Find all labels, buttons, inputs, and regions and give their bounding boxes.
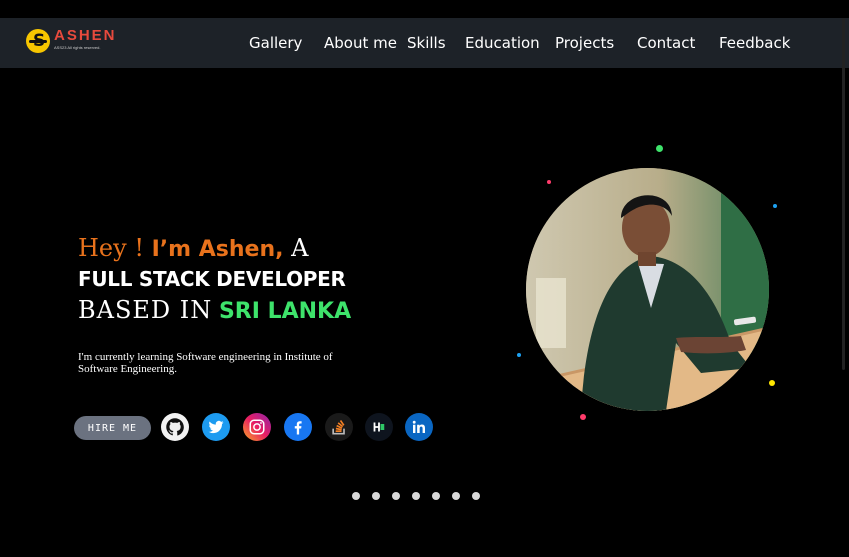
hero-role: FULL STACK DEVELOPER bbox=[78, 267, 346, 291]
hero-location-line: BASED IN SRI LANKA bbox=[78, 296, 351, 326]
profile-photo-image bbox=[526, 168, 769, 411]
nav-contact[interactable]: Contact bbox=[637, 33, 695, 53]
hero-greeting: Hey ! bbox=[78, 234, 144, 262]
nav-projects[interactable]: Projects bbox=[555, 33, 614, 53]
hackerrank-link[interactable] bbox=[365, 413, 393, 441]
nav-about-me[interactable]: About me bbox=[324, 33, 397, 53]
decor-dot-pink bbox=[580, 414, 586, 420]
decor-dot-green bbox=[656, 145, 663, 152]
twitter-icon bbox=[208, 420, 224, 434]
linkedin-icon bbox=[412, 420, 425, 433]
instagram-link[interactable] bbox=[243, 413, 271, 441]
brand-logo[interactable]: S ASHEN ASS23 All rights reserved. bbox=[26, 28, 117, 53]
page-scrollbar[interactable] bbox=[842, 18, 845, 370]
github-link[interactable] bbox=[161, 413, 189, 441]
decor-dot-blue bbox=[773, 204, 777, 208]
hero-name: I’m Ashen, bbox=[151, 237, 284, 262]
pager-dot[interactable] bbox=[352, 492, 360, 500]
hackerrank-icon bbox=[373, 422, 385, 432]
hero-based-in: BASED IN bbox=[78, 296, 213, 324]
slide-pager bbox=[352, 492, 480, 500]
decor-dot-blue-small bbox=[517, 353, 521, 357]
linkedin-link[interactable] bbox=[405, 413, 433, 441]
pager-dot[interactable] bbox=[452, 492, 460, 500]
navbar: S ASHEN ASS23 All rights reserved. Galle… bbox=[0, 18, 849, 68]
brand-tagline: ASS23 All rights reserved. bbox=[54, 45, 101, 50]
nav-education[interactable]: Education bbox=[465, 33, 540, 53]
hero-greeting-line: Hey ! I’m Ashen, A bbox=[78, 234, 308, 264]
hero-location: SRI LANKA bbox=[218, 299, 352, 324]
decor-dot-red-small bbox=[547, 180, 551, 184]
logo-mark-icon: S bbox=[26, 29, 50, 53]
pager-dot[interactable] bbox=[372, 492, 380, 500]
pager-dot[interactable] bbox=[472, 492, 480, 500]
pager-dot[interactable] bbox=[392, 492, 400, 500]
hire-me-button[interactable]: HIRE ME bbox=[74, 416, 151, 440]
facebook-link[interactable] bbox=[284, 413, 312, 441]
stackoverflow-link[interactable] bbox=[325, 413, 353, 441]
github-icon bbox=[166, 418, 184, 436]
hero-description: I'm currently learning Software engineer… bbox=[78, 351, 333, 375]
decor-dot-yellow bbox=[769, 380, 775, 386]
twitter-link[interactable] bbox=[202, 413, 230, 441]
hero-article: A bbox=[291, 234, 309, 262]
nav-feedback[interactable]: Feedback bbox=[719, 33, 790, 53]
pager-dot[interactable] bbox=[432, 492, 440, 500]
facebook-icon bbox=[294, 421, 302, 435]
instagram-icon bbox=[249, 419, 265, 435]
stackoverflow-icon bbox=[332, 420, 345, 435]
brand-name: ASHEN bbox=[54, 27, 117, 44]
nav-gallery[interactable]: Gallery bbox=[249, 33, 302, 53]
profile-photo bbox=[526, 168, 769, 411]
nav-skills[interactable]: Skills bbox=[407, 33, 446, 53]
pager-dot[interactable] bbox=[412, 492, 420, 500]
